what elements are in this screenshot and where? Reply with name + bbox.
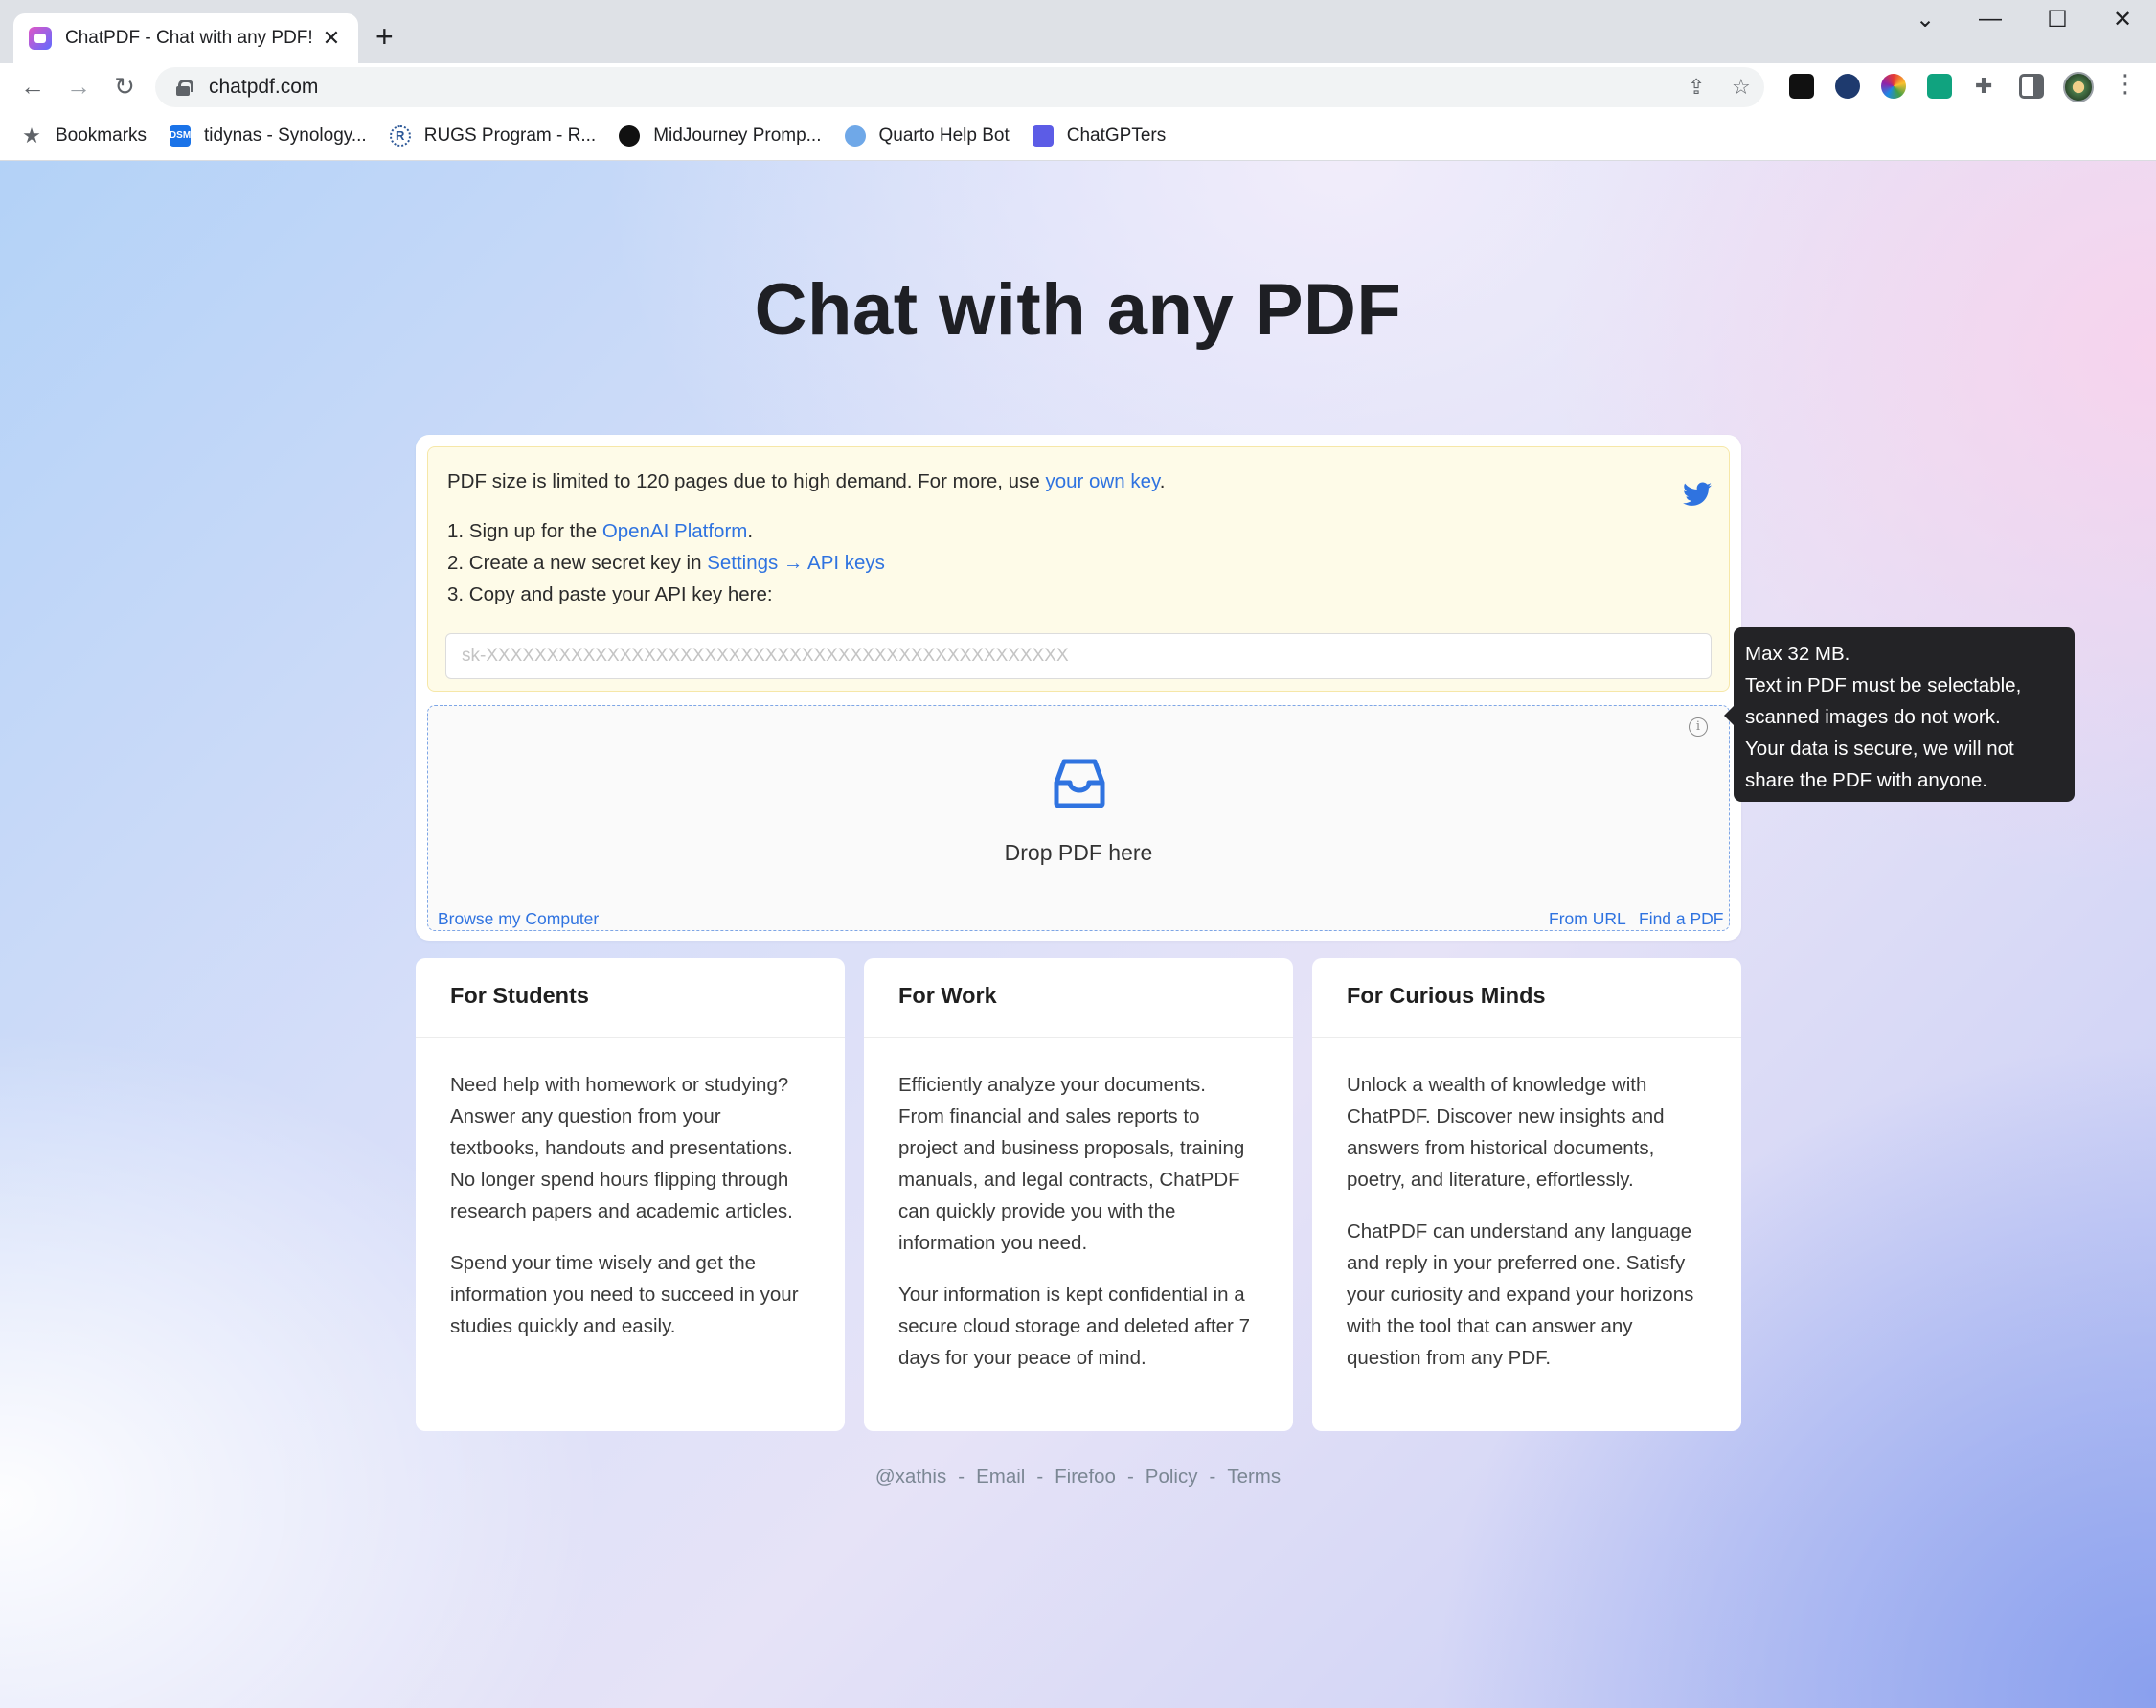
dsm-icon: DSM: [170, 125, 191, 147]
feature-card-students: For Students Need help with homework or …: [416, 958, 845, 1431]
forward-arrow-icon[interactable]: →: [61, 69, 96, 103]
minimize-window-icon[interactable]: —: [1971, 6, 2009, 33]
tab-close-icon[interactable]: ✕: [320, 26, 343, 51]
bookmark-label: RUGS Program - R...: [423, 125, 597, 146]
feature-paragraph: Your information is kept confidential in…: [898, 1284, 1250, 1369]
page-content: Chat with any PDF PDF size is limited to…: [0, 161, 2156, 1708]
feature-title: For Work: [864, 958, 1293, 1038]
feature-body: Need help with homework or studying? Answ…: [416, 1038, 845, 1342]
bookmark-item-rugs[interactable]: R RUGS Program - R...: [389, 125, 597, 147]
url-text: chatpdf.com: [209, 76, 319, 98]
share-icon[interactable]: ⇪: [1688, 75, 1705, 100]
twitter-icon[interactable]: [1683, 482, 1712, 507]
from-url-link[interactable]: From URL: [1549, 909, 1626, 929]
bookmark-item-bookmarks[interactable]: ★ Bookmarks: [21, 123, 148, 148]
feature-body: Efficiently analyze your documents. From …: [864, 1038, 1293, 1374]
feature-title: For Students: [416, 958, 845, 1038]
address-bar[interactable]: chatpdf.com ⇪ ☆: [155, 67, 1764, 107]
tooltip-line: share the PDF with anyone.: [1745, 769, 1987, 791]
reload-icon[interactable]: ↻: [107, 69, 142, 103]
bookmark-label: Bookmarks: [56, 125, 148, 146]
chatgpters-icon: [1032, 125, 1054, 147]
tooltip-line: Your data is secure, we will not: [1745, 738, 2014, 760]
maximize-window-icon[interactable]: ☐: [2038, 6, 2077, 34]
r-logo-icon: R: [389, 125, 411, 147]
bookmark-item-tidynas[interactable]: DSM tidynas - Synology...: [170, 125, 367, 147]
drop-pdf-text: Drop PDF here: [1004, 840, 1153, 865]
feature-paragraph: Need help with homework or studying? Answ…: [450, 1074, 793, 1222]
extension-gpt-icon[interactable]: [1927, 74, 1952, 99]
footer-separator: -: [1036, 1466, 1044, 1488]
tooltip-line: Max 32 MB.: [1745, 643, 1850, 665]
tab-search-chevron-icon[interactable]: ⌄: [1906, 6, 1944, 34]
extension-colorwheel-icon[interactable]: [1881, 74, 1906, 99]
browser-tab-strip: ChatPDF - Chat with any PDF! ✕ + ⌄ — ☐ ✕: [0, 0, 2156, 63]
browser-menu-dots-icon[interactable]: ⋮: [2113, 69, 2138, 99]
chatpdf-favicon-icon: [29, 27, 52, 50]
feature-paragraph: Spend your time wisely and get the inform…: [450, 1252, 799, 1337]
feature-paragraph: ChatPDF can understand any language and r…: [1347, 1220, 1694, 1369]
pdf-dropzone[interactable]: i Drop PDF here Browse my Computer From …: [427, 705, 1730, 931]
notice-step-3: 3. Copy and paste your API key here:: [447, 583, 773, 605]
bookmark-label: Quarto Help Bot: [878, 125, 1010, 146]
inbox-icon: [1054, 759, 1105, 808]
feature-body: Unlock a wealth of knowledge with ChatPDF…: [1312, 1038, 1741, 1374]
upload-card: PDF size is limited to 120 pages due to …: [416, 435, 1741, 941]
midjourney-icon: [619, 125, 641, 147]
info-icon[interactable]: i: [1689, 717, 1708, 737]
browser-tab-active[interactable]: ChatPDF - Chat with any PDF! ✕: [13, 13, 358, 63]
browser-toolbar: ← → ↻ chatpdf.com ⇪ ☆ ✚ ⋮: [0, 63, 2156, 111]
side-panel-icon[interactable]: [2019, 74, 2044, 99]
extensions-puzzle-icon[interactable]: ✚: [1975, 74, 1992, 99]
tooltip-line: scanned images do not work.: [1745, 706, 2001, 728]
notice-intro: PDF size is limited to 120 pages due to …: [447, 470, 1166, 492]
bookmark-label: ChatGPTers: [1066, 125, 1167, 146]
profile-avatar[interactable]: [2063, 72, 2094, 102]
footer-link-firefoo[interactable]: Firefoo: [1055, 1466, 1116, 1488]
settings-api-keys-link[interactable]: Settings → API keys: [707, 552, 885, 574]
star-icon: ★: [22, 123, 41, 148]
bookmarks-bar: ★ Bookmarks DSM tidynas - Synology... R …: [0, 111, 2156, 161]
notice-step-2: 2. Create a new secret key in Settings →…: [447, 552, 885, 574]
bookmark-label: tidynas - Synology...: [204, 125, 367, 146]
footer-link-terms[interactable]: Terms: [1227, 1466, 1281, 1488]
lock-icon: [176, 80, 193, 96]
notice-step-1: 1. Sign up for the OpenAI Platform.: [447, 520, 754, 542]
footer-links: @xathis - Email - Firefoo - Policy - Terms: [0, 1466, 2156, 1489]
bookmark-item-midjourney[interactable]: MidJourney Promp...: [619, 125, 822, 147]
bookmark-item-quarto[interactable]: Quarto Help Bot: [844, 125, 1010, 147]
bookmark-star-icon[interactable]: ☆: [1732, 75, 1751, 100]
feature-card-curious-minds: For Curious Minds Unlock a wealth of kno…: [1312, 958, 1741, 1431]
openai-platform-link[interactable]: OpenAI Platform: [602, 520, 748, 542]
new-tab-plus-icon[interactable]: +: [375, 19, 394, 54]
globe-icon: [844, 125, 866, 147]
feature-card-work: For Work Efficiently analyze your docume…: [864, 958, 1293, 1431]
feature-paragraph: Unlock a wealth of knowledge with ChatPDF…: [1347, 1074, 1665, 1191]
extension-hexagon-icon[interactable]: [1835, 74, 1860, 99]
footer-separator: -: [1126, 1466, 1134, 1488]
own-key-link[interactable]: your own key: [1045, 470, 1159, 492]
footer-link-policy[interactable]: Policy: [1146, 1466, 1198, 1488]
footer-link-xathis[interactable]: @xathis: [875, 1466, 946, 1488]
close-window-icon[interactable]: ✕: [2103, 6, 2142, 34]
footer-link-email[interactable]: Email: [976, 1466, 1025, 1488]
back-arrow-icon[interactable]: ←: [15, 69, 50, 103]
page-title: Chat with any PDF: [754, 269, 1402, 351]
footer-separator: -: [958, 1466, 965, 1488]
extension-openai-icon[interactable]: [1789, 74, 1814, 99]
api-key-notice: PDF size is limited to 120 pages due to …: [427, 446, 1730, 692]
browse-computer-link[interactable]: Browse my Computer: [438, 909, 599, 929]
footer-separator: -: [1209, 1466, 1216, 1488]
upload-info-tooltip: Max 32 MB. Text in PDF must be selectabl…: [1724, 627, 2075, 802]
feature-title: For Curious Minds: [1312, 958, 1741, 1038]
tooltip-line: Text in PDF must be selectable,: [1745, 674, 2022, 696]
bookmark-label: MidJourney Promp...: [653, 125, 822, 146]
tab-title: ChatPDF - Chat with any PDF!: [65, 28, 313, 48]
find-pdf-link[interactable]: Find a PDF: [1639, 909, 1724, 929]
bookmark-item-chatgpters[interactable]: ChatGPTers: [1032, 125, 1167, 147]
api-key-input[interactable]: [445, 633, 1712, 679]
feature-paragraph: Efficiently analyze your documents. From …: [898, 1074, 1245, 1254]
